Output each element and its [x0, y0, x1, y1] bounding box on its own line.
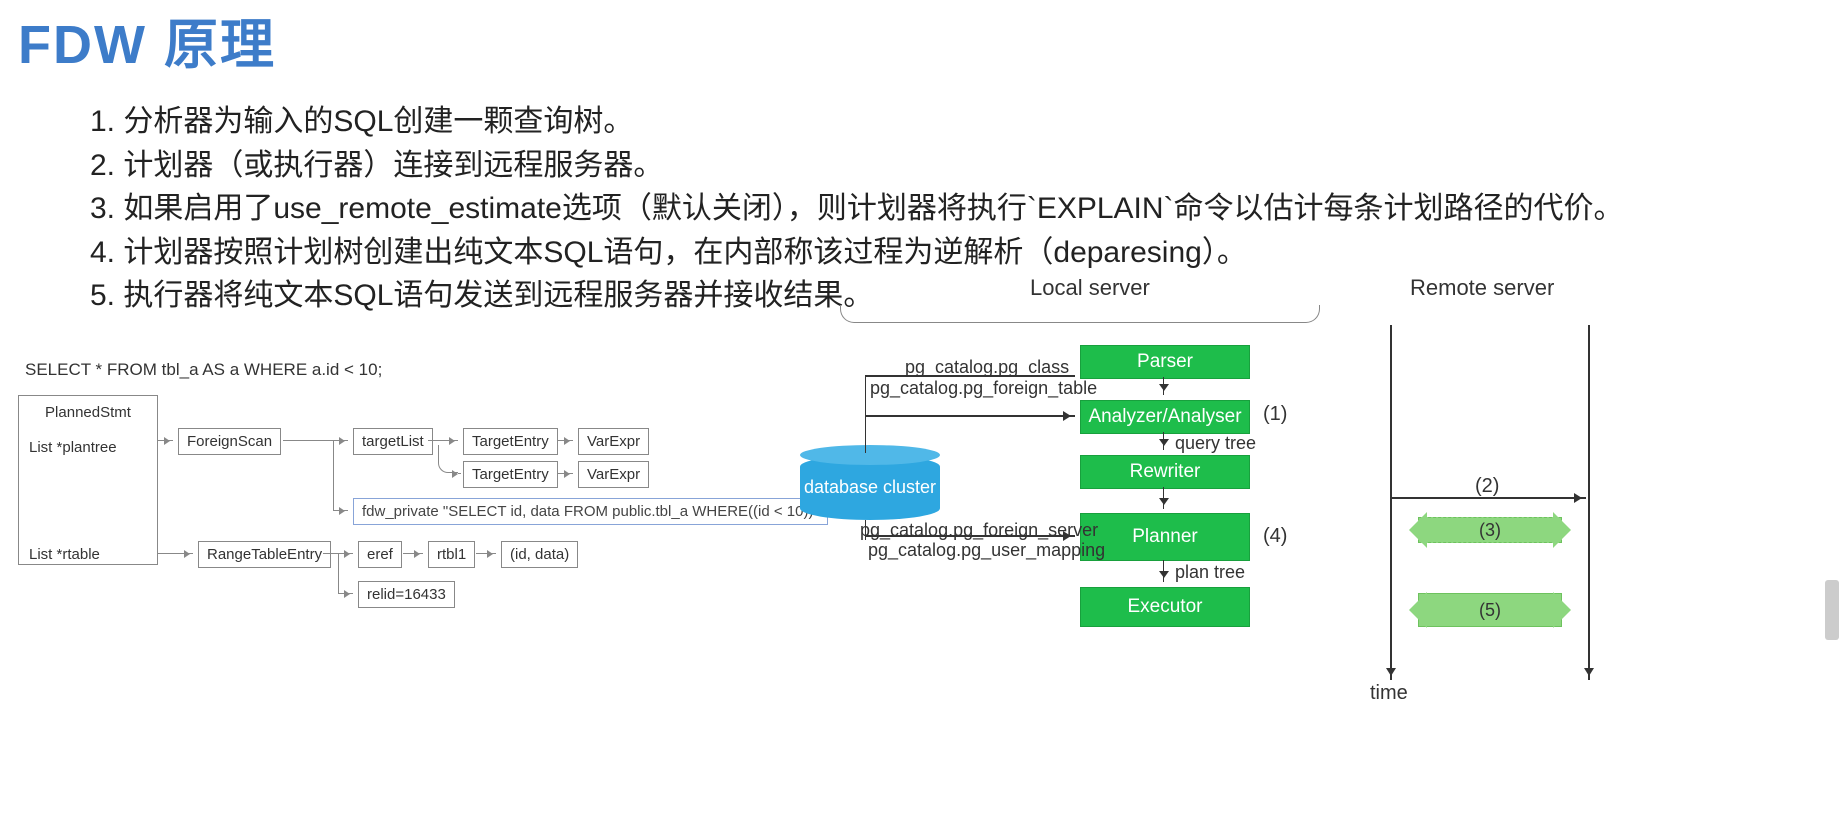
arrow-icon	[333, 510, 348, 511]
down-arrow-icon	[1163, 487, 1164, 509]
query-tree-label: query tree	[1175, 433, 1256, 454]
analyser-box: Analyzer/Analyser	[1080, 400, 1250, 434]
pg-foreign-table-label: pg_catalog.pg_foreign_table	[870, 378, 1097, 399]
plan-tree-label: plan tree	[1175, 562, 1245, 583]
plantree-field: List *plantree	[29, 439, 147, 456]
scrollbar-thumb[interactable]	[1825, 580, 1839, 640]
remote-timeline: Remote server (2) (3) (5) time	[1390, 275, 1590, 695]
arrow-icon	[865, 415, 1075, 417]
database-cluster-icon: database cluster	[800, 455, 940, 520]
down-arrow-icon	[1163, 377, 1164, 395]
arrow-icon	[158, 440, 173, 441]
varexpr-box-1: VarExpr	[578, 428, 649, 455]
pg-class-label: pg_catalog.pg_class	[905, 357, 1069, 378]
arrow-icon	[338, 593, 353, 594]
connector-line	[283, 440, 333, 441]
varexpr-box-2: VarExpr	[578, 461, 649, 488]
targetlist-box: targetList	[353, 428, 433, 455]
relid-box: relid=16433	[358, 581, 455, 608]
step-3: 3. 如果启用了use_remote_estimate选项（默认关闭），则计划器…	[90, 187, 1624, 231]
arrow-icon	[333, 440, 348, 441]
brace-icon	[840, 305, 1320, 323]
executor-box: Executor	[1080, 587, 1250, 627]
planner-box: Planner	[1080, 513, 1250, 561]
step-4: 4. 计划器按照计划树创建出纯文本SQL语句，在内部称该过程为逆解析（depar…	[90, 231, 1624, 275]
step-number-3: (3)	[1479, 520, 1501, 541]
local-server-label: Local server	[1030, 275, 1150, 301]
eref-box: eref	[358, 541, 402, 568]
step-number-4: (4)	[1263, 525, 1287, 548]
arrow-icon	[558, 440, 573, 441]
plannedstmt-title: PlannedStmt	[29, 404, 147, 421]
rtbl1-box: rtbl1	[428, 541, 475, 568]
arrow-icon	[338, 553, 353, 554]
arrow-icon	[476, 553, 496, 554]
connector-line	[333, 440, 334, 510]
down-arrow-icon	[1163, 432, 1164, 450]
plan-tree-diagram: PlannedStmt List *plantree List *rtable …	[18, 395, 758, 645]
arrow-icon	[403, 553, 423, 554]
connector-line	[323, 553, 338, 554]
pg-foreign-server-label: pg_catalog.pg_foreign_server	[860, 520, 1098, 541]
fdw-private-box: fdw_private "SELECT id, data FROM public…	[353, 498, 828, 525]
arrow-icon	[158, 553, 193, 554]
foreignscan-box: ForeignScan	[178, 428, 281, 455]
curve-arrow-icon	[438, 445, 458, 473]
bidirectional-arrow-icon: (3)	[1418, 517, 1562, 543]
remote-server-label: Remote server	[1410, 275, 1554, 301]
arrow-icon	[458, 473, 461, 474]
arrow-icon	[558, 473, 573, 474]
step-number-5: (5)	[1479, 600, 1501, 621]
connector-line	[338, 553, 339, 593]
step-1: 1. 分析器为输入的SQL创建一颗查询树。	[90, 100, 1624, 144]
rangetableentry-box: RangeTableEntry	[198, 541, 331, 568]
rewriter-box: Rewriter	[1080, 455, 1250, 489]
step-2: 2. 计划器（或执行器）连接到远程服务器。	[90, 144, 1624, 188]
pg-user-mapping-label: pg_catalog.pg_user_mapping	[868, 540, 1105, 561]
page-title: FDW 原理	[18, 0, 276, 79]
database-cluster-label: database cluster	[804, 477, 936, 498]
targetentry-box-1: TargetEntry	[463, 428, 558, 455]
step-number-1: (1)	[1263, 403, 1287, 426]
iddata-box: (id, data)	[501, 541, 578, 568]
arrow-icon	[428, 440, 458, 441]
down-arrow-icon	[1163, 560, 1164, 582]
time-label: time	[1370, 682, 1408, 705]
plannedstmt-box: PlannedStmt List *plantree List *rtable	[18, 395, 158, 565]
targetentry-box-2: TargetEntry	[463, 461, 558, 488]
connector-line	[865, 375, 866, 453]
sql-query-text: SELECT * FROM tbl_a AS a WHERE a.id < 10…	[25, 360, 382, 380]
rtable-field: List *rtable	[29, 546, 147, 563]
parser-box: Parser	[1080, 345, 1250, 379]
step-number-2: (2)	[1475, 475, 1499, 498]
bidirectional-arrow-icon: (5)	[1418, 593, 1562, 627]
